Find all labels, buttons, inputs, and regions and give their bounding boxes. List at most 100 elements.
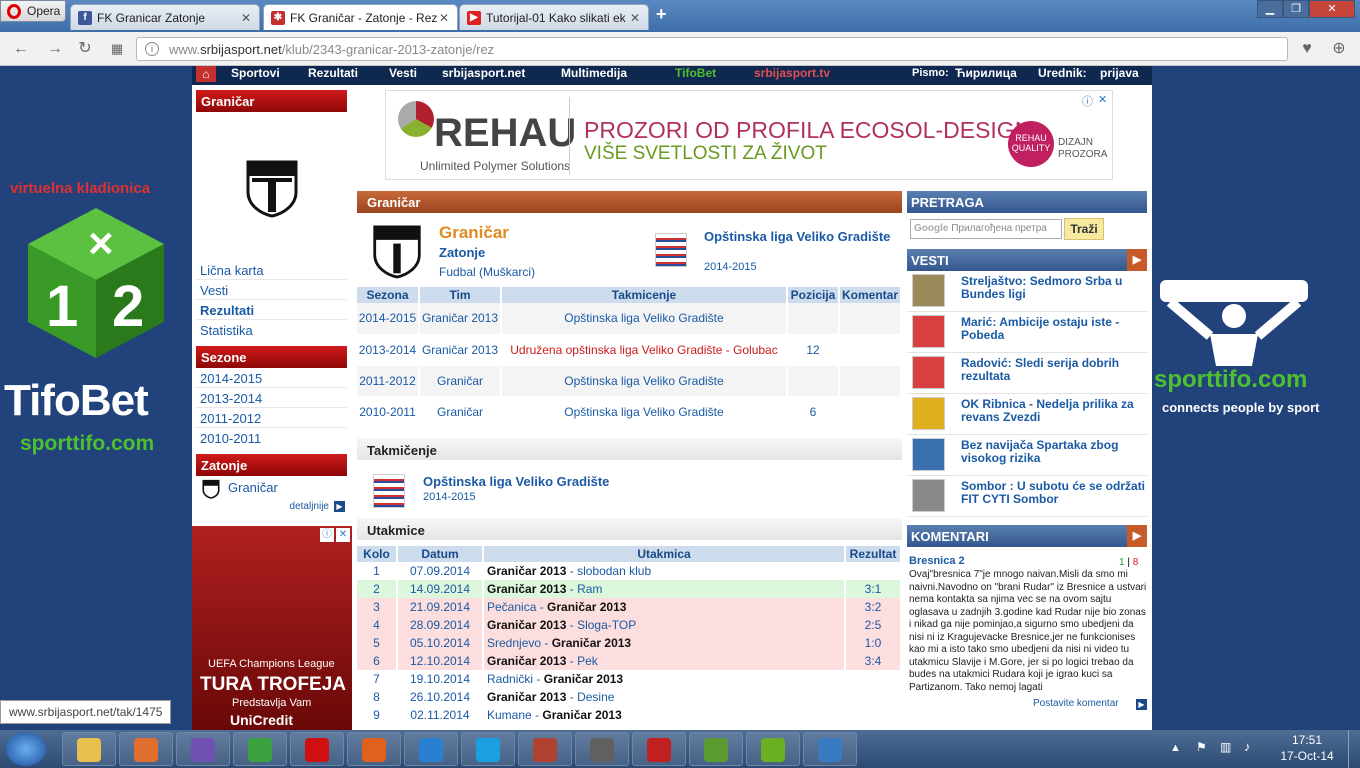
match-cell[interactable]: Srednjevo - Graničar 2013	[483, 633, 846, 652]
news-title[interactable]: Radović: Sledi serija dobrih rezultata	[961, 357, 1151, 383]
season-link[interactable]: 2011-2012	[196, 408, 347, 428]
home-icon[interactable]: ⌂	[196, 66, 216, 82]
nav-srbijasport-tv[interactable]: srbijasport.tv	[754, 66, 830, 80]
heart-icon[interactable]: ♥	[1296, 39, 1318, 59]
download-icon[interactable]: ⊕	[1328, 39, 1350, 59]
competition-cell[interactable]: Opštinska liga Veliko Gradište	[501, 365, 788, 397]
date-cell[interactable]: 07.09.2014	[397, 561, 484, 580]
taskbar-app[interactable]	[803, 732, 857, 766]
tab-youtube[interactable]: ▶ Tutorijal-01 Kako slikati ek ✕	[459, 4, 649, 30]
away-team[interactable]: slobodan klub	[577, 564, 651, 578]
post-comment-link[interactable]: Postavite komentar	[1033, 698, 1119, 709]
home-team[interactable]: Radnički	[487, 672, 533, 686]
address-input[interactable]: i www.srbijasport.net/klub/2343-granicar…	[136, 37, 1288, 61]
result-cell[interactable]	[845, 705, 902, 724]
home-team[interactable]: Graničar 2013	[487, 582, 566, 596]
page-info-icon[interactable]: i	[145, 42, 159, 56]
date-cell[interactable]: 05.10.2014	[397, 633, 484, 652]
season-link[interactable]: 2013-2014	[196, 388, 347, 408]
away-team[interactable]: Sloga-TOP	[577, 618, 636, 632]
link-vesti[interactable]: Vesti	[196, 280, 347, 300]
season-cell[interactable]: 2010-2011	[357, 396, 420, 428]
comment-club-link[interactable]: Bresnica 2	[909, 555, 965, 567]
taskbar-app[interactable]	[518, 732, 572, 766]
speed-dial-icon[interactable]: ▦	[106, 39, 128, 59]
sporttifo-ad[interactable]: sporttifo.com connects people by sport	[1152, 66, 1360, 730]
match-cell[interactable]: Pečanica - Graničar 2013	[483, 597, 846, 616]
match-cell[interactable]: Graničar 2013 - Pek	[483, 651, 846, 670]
date-cell[interactable]: 14.09.2014	[397, 579, 484, 598]
match-cell[interactable]: Graničar 2013 - slobodan klub	[483, 561, 846, 580]
away-team[interactable]: Graničar 2013	[544, 672, 623, 686]
network-icon[interactable]: ▥	[1220, 740, 1231, 754]
maximize-button[interactable]: ❐	[1283, 0, 1309, 18]
news-title[interactable]: Marić: Ambicije ostaju iste - Pobeda	[961, 316, 1151, 342]
competition-cell[interactable]: Opštinska liga Veliko Gradište	[501, 396, 788, 428]
tifobet-ad[interactable]: virtuelna kladionica × 1 2 TifoBet sport…	[0, 66, 192, 730]
taskbar-app[interactable]	[119, 732, 173, 766]
date-cell[interactable]: 21.09.2014	[397, 597, 484, 616]
date-cell[interactable]: 19.10.2014	[397, 669, 484, 688]
away-team[interactable]: Pek	[577, 654, 598, 668]
flag-icon[interactable]: ⚑	[1196, 740, 1207, 754]
home-team[interactable]: Graničar 2013	[487, 690, 566, 704]
news-item[interactable]: Marić: Ambicije ostaju iste - Pobeda	[907, 312, 1147, 353]
competition-cell[interactable]: Udružena opštinska liga Veliko Gradište …	[501, 334, 788, 366]
reload-icon[interactable]: ↻	[74, 39, 96, 59]
tab-srbijasport[interactable]: ✱ FK Graničar - Zatonje - Rez ✕	[263, 4, 458, 30]
nav-multimedija[interactable]: Multimedija	[561, 66, 627, 80]
nav-rezultati[interactable]: Rezultati	[308, 66, 358, 80]
season-cell[interactable]: 2013-2014	[357, 334, 420, 366]
taskbar-app[interactable]	[176, 732, 230, 766]
login-link[interactable]: prijava	[1100, 66, 1139, 80]
match-cell[interactable]: Radnički - Graničar 2013	[483, 669, 846, 688]
news-item[interactable]: Radović: Sledi serija dobrih rezultata	[907, 353, 1147, 394]
season-link[interactable]: 2010-2011	[196, 428, 347, 448]
clock-time[interactable]: 17:51	[1284, 733, 1330, 747]
back-icon[interactable]: ←	[10, 39, 32, 59]
news-title[interactable]: Bez navijača Spartaka zbog visokog rizik…	[961, 439, 1151, 465]
match-cell[interactable]: Graničar 2013 - Sloga-TOP	[483, 615, 846, 634]
news-item[interactable]: Sombor : U subotu će se održati FIT CYTI…	[907, 476, 1147, 517]
close-window-button[interactable]: ✕	[1309, 0, 1355, 18]
ad-info-icon[interactable]: ⓘ	[1082, 93, 1093, 109]
link-licna-karta[interactable]: Lična karta	[196, 260, 347, 280]
season-cell[interactable]: 2014-2015	[357, 303, 420, 335]
taskbar-app[interactable]	[461, 732, 515, 766]
result-cell[interactable]: 3:2	[845, 597, 902, 616]
team-cell[interactable]: Graničar 2013	[419, 334, 502, 366]
away-team[interactable]: Ram	[577, 582, 602, 596]
close-tab-icon[interactable]: ✕	[439, 11, 449, 25]
town-club-row[interactable]: Graničar	[196, 476, 347, 500]
home-team[interactable]: Graničar 2013	[487, 618, 566, 632]
nav-vesti[interactable]: Vesti	[389, 66, 417, 80]
home-team[interactable]: Graničar 2013	[487, 654, 566, 668]
team-cell[interactable]: Graničar	[419, 396, 502, 428]
away-team[interactable]: Graničar 2013	[542, 708, 621, 722]
match-cell[interactable]: Graničar 2013 - Desine	[483, 687, 846, 706]
result-cell[interactable]	[845, 687, 902, 706]
champions-league-ad[interactable]: ⓘ ✕ UEFA Champions League TURA TROFEJA P…	[192, 526, 352, 730]
result-cell[interactable]	[845, 561, 902, 580]
ad-close-icon[interactable]: ✕	[1098, 93, 1107, 106]
taskbar-app[interactable]	[575, 732, 629, 766]
show-desktop-button[interactable]	[1348, 730, 1360, 768]
match-cell[interactable]: Kumane - Graničar 2013	[483, 705, 846, 724]
nav-srbijasport[interactable]: srbijasport.net	[442, 66, 525, 80]
volume-icon[interactable]: ♪	[1244, 739, 1251, 754]
link-rezultati[interactable]: Rezultati	[196, 300, 347, 320]
taskbar-app[interactable]	[746, 732, 800, 766]
team-cell[interactable]: Graničar	[419, 365, 502, 397]
ad-close-icon[interactable]: ✕	[336, 528, 350, 542]
taskbar-app[interactable]	[689, 732, 743, 766]
date-cell[interactable]: 28.09.2014	[397, 615, 484, 634]
ad-info-icon[interactable]: ⓘ	[320, 528, 334, 542]
result-cell[interactable]: 3:4	[845, 651, 902, 670]
arrow-right-icon[interactable]: ▶	[1127, 249, 1147, 271]
start-button[interactable]	[6, 732, 46, 766]
forward-icon[interactable]: →	[44, 39, 66, 59]
date-cell[interactable]: 12.10.2014	[397, 651, 484, 670]
taskbar-app[interactable]	[404, 732, 458, 766]
taskbar-app[interactable]	[62, 732, 116, 766]
minimize-button[interactable]: ▁	[1257, 0, 1283, 18]
